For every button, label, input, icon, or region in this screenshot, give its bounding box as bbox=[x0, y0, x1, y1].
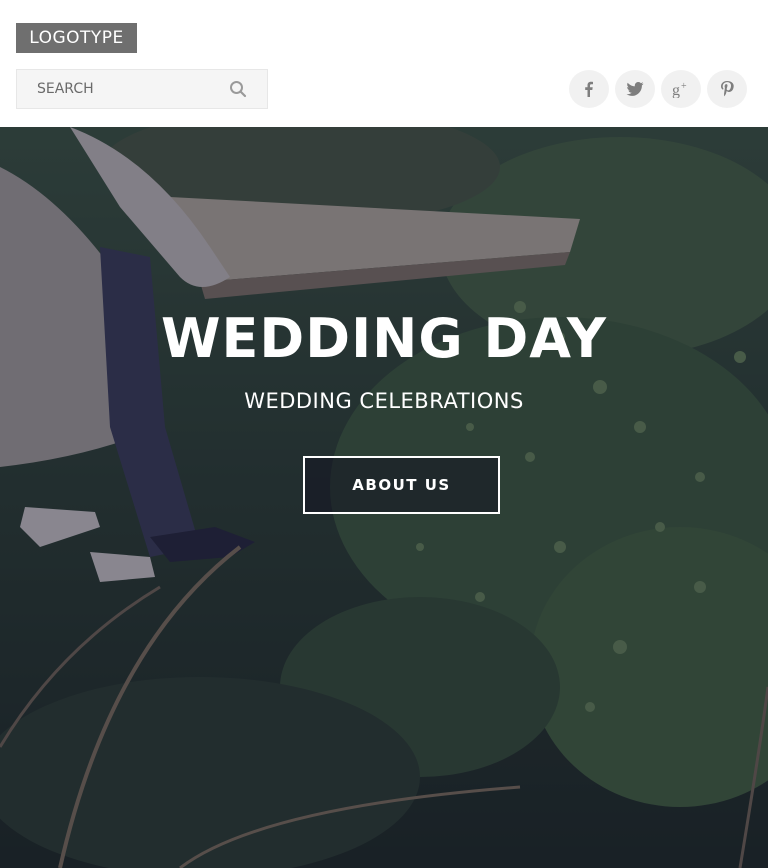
google-plus-icon: g + bbox=[672, 81, 687, 98]
svg-text:g: g bbox=[672, 82, 680, 98]
twitter-icon bbox=[626, 82, 644, 96]
about-us-button[interactable]: ABOUT US bbox=[303, 456, 500, 514]
search-input[interactable] bbox=[17, 70, 217, 108]
search-box bbox=[16, 69, 268, 109]
about-us-label: ABOUT US bbox=[352, 476, 451, 494]
twitter-link[interactable] bbox=[615, 70, 655, 108]
search-button[interactable] bbox=[229, 80, 247, 98]
social-links: g + bbox=[569, 70, 747, 108]
pinterest-link[interactable] bbox=[707, 70, 747, 108]
facebook-icon bbox=[585, 81, 593, 97]
logo-text: LOGOTYPE bbox=[29, 28, 124, 48]
hero-banner: WEDDING DAY WEDDING CELEBRATIONS ABOUT U… bbox=[0, 127, 768, 868]
site-header: LOGOTYPE g + bbox=[0, 0, 768, 127]
svg-text:+: + bbox=[681, 81, 687, 92]
google-plus-link[interactable]: g + bbox=[661, 70, 701, 108]
hero-title: WEDDING DAY bbox=[160, 307, 608, 370]
logo[interactable]: LOGOTYPE bbox=[16, 23, 137, 53]
search-icon bbox=[230, 81, 247, 98]
pinterest-icon bbox=[721, 81, 734, 97]
hero-subtitle: WEDDING CELEBRATIONS bbox=[244, 389, 524, 413]
facebook-link[interactable] bbox=[569, 70, 609, 108]
